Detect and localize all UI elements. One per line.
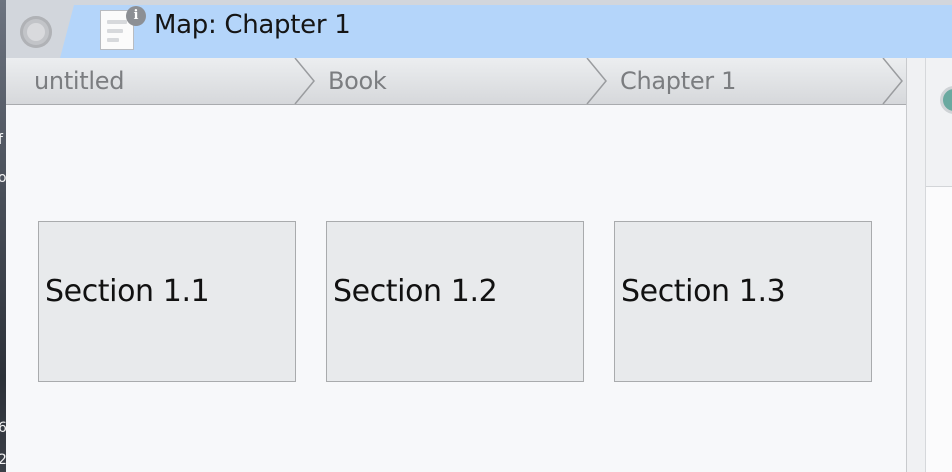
inspector-panel <box>926 58 952 472</box>
breadcrumb-item-book[interactable]: Book <box>328 58 387 104</box>
section-card[interactable]: Section 1.1 <box>38 221 296 382</box>
section-card[interactable]: Section 1.3 <box>614 221 872 382</box>
breadcrumb-separator-icon <box>586 58 607 104</box>
breadcrumb-item-chapter-1[interactable]: Chapter 1 <box>620 58 736 104</box>
breadcrumb-separator-icon <box>882 58 903 104</box>
section-label: Section 1.3 <box>621 274 786 309</box>
panel-divider[interactable] <box>906 58 926 472</box>
breadcrumb-separator-icon <box>294 58 315 104</box>
desktop-glyph: f <box>0 132 3 148</box>
window-title: Map: Chapter 1 <box>154 10 351 40</box>
breadcrumb: untitled Book Chapter 1 <box>6 58 906 105</box>
window-titlebar: i Map: Chapter 1 <box>6 0 952 58</box>
section-label: Section 1.1 <box>45 274 210 309</box>
desktop-glyph: o <box>0 170 7 186</box>
window-close-button[interactable] <box>20 16 52 48</box>
desktop-glyph: 6 <box>0 420 7 436</box>
desktop-glyph: 2 <box>0 452 7 468</box>
section-label: Section 1.2 <box>333 274 498 309</box>
breadcrumb-item-untitled[interactable]: untitled <box>34 58 124 104</box>
inspector-icon[interactable] <box>940 86 952 114</box>
section-card[interactable]: Section 1.2 <box>326 221 584 382</box>
info-icon[interactable]: i <box>126 6 146 26</box>
inspector-header <box>926 58 952 187</box>
